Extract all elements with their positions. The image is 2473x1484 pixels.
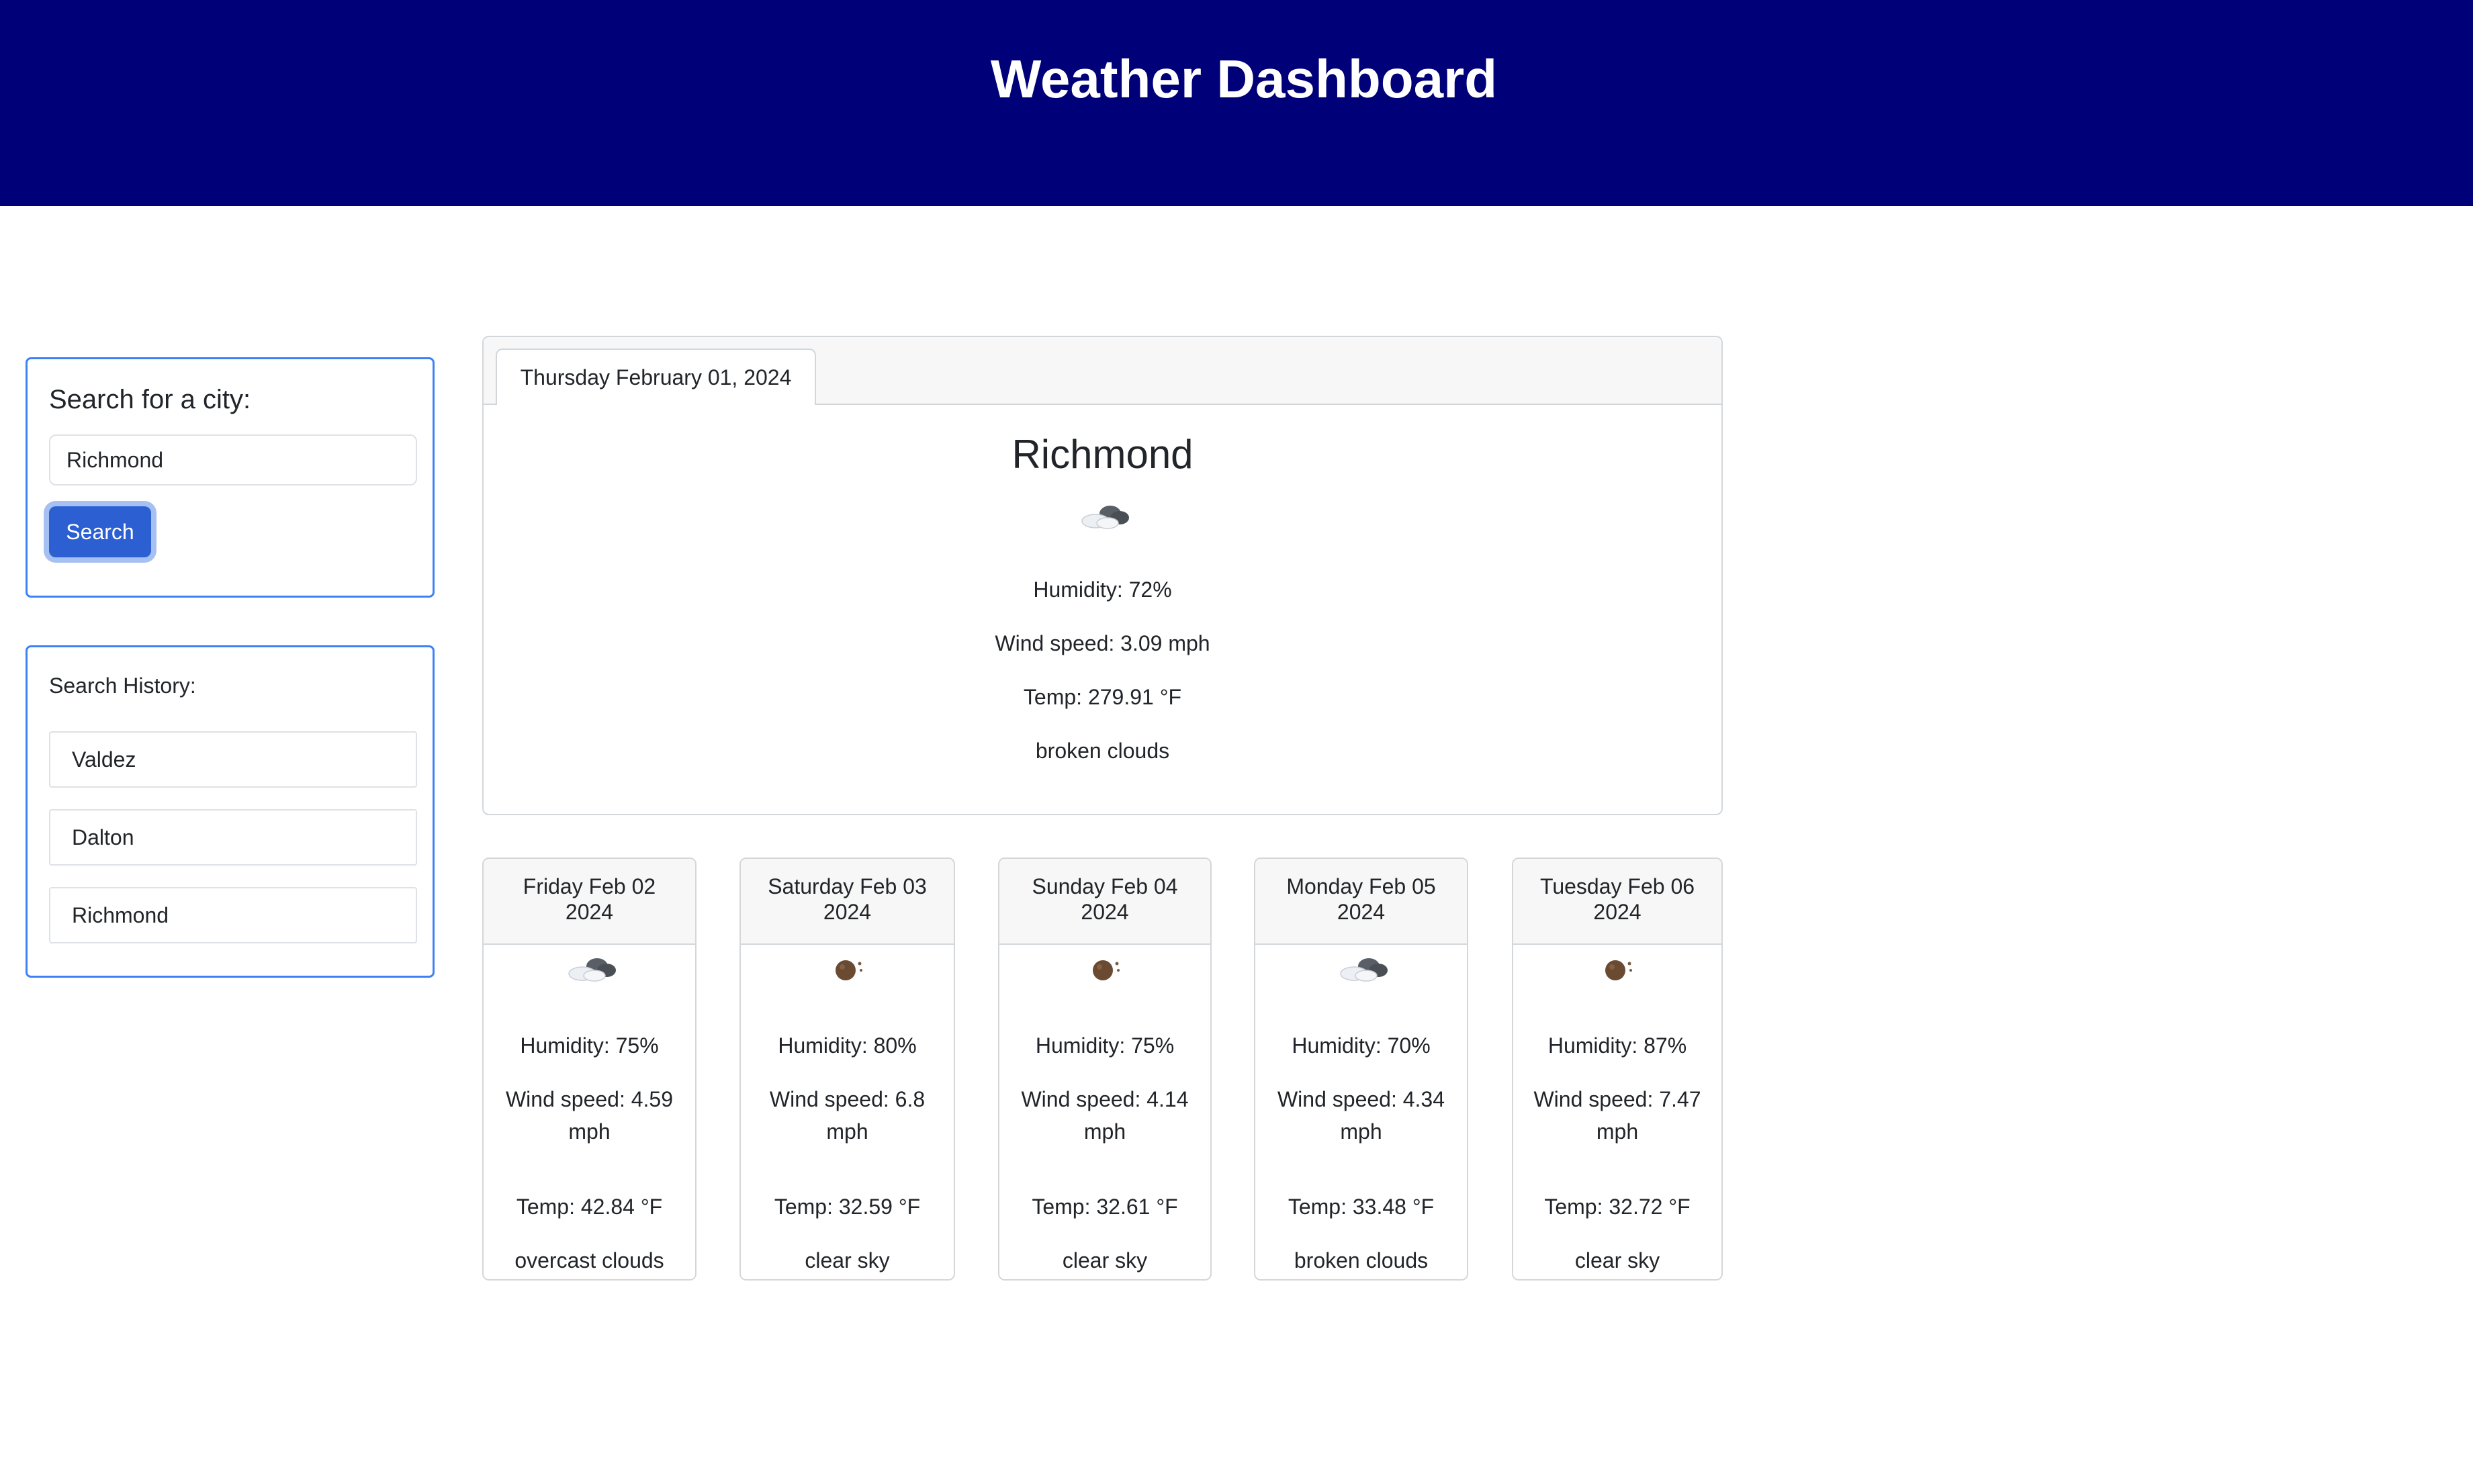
forecast-humidity: Humidity: 75%	[1035, 1033, 1175, 1058]
forecast-date: Sunday Feb 04 2024	[999, 859, 1210, 945]
forecast-card-1: Friday Feb 02 2024 Humidity: 75% Wind sp…	[482, 857, 696, 1281]
current-weather-card: Thursday February 01, 2024 Richmond Humi…	[482, 336, 1723, 815]
history-item-valdez[interactable]: Valdez	[49, 731, 417, 788]
current-wind-speed: Wind speed: 3.09 mph	[995, 631, 1210, 655]
forecast-day: Sunday Feb 04	[1032, 874, 1178, 898]
forecast-year: 2024	[1337, 900, 1386, 924]
forecast-temp: Temp: 42.84 °F	[516, 1195, 663, 1219]
history-item-richmond[interactable]: Richmond	[49, 887, 417, 943]
forecast-date: Friday Feb 02 2024	[484, 859, 695, 945]
forecast-year: 2024	[1593, 900, 1642, 924]
forecast-humidity: Humidity: 70%	[1292, 1033, 1431, 1058]
search-panel: Search for a city: Search	[26, 357, 435, 598]
current-card-header: Thursday February 01, 2024	[484, 337, 1721, 405]
forecast-date: Saturday Feb 03 2024	[741, 859, 954, 945]
forecast-date: Monday Feb 05 2024	[1255, 859, 1467, 945]
current-humidity: Humidity: 72%	[1033, 577, 1172, 602]
forecast-description: overcast clouds	[514, 1248, 664, 1272]
clear-sky-night-icon	[1513, 953, 1721, 985]
current-date-tab[interactable]: Thursday February 01, 2024	[496, 349, 816, 405]
forecast-description: clear sky	[1062, 1248, 1148, 1272]
forecast-wind-speed: Wind speed: 7.47 mph	[1533, 1087, 1701, 1144]
forecast-day: Friday Feb 02	[523, 874, 656, 898]
current-description: broken clouds	[1035, 739, 1170, 763]
forecast-humidity: Humidity: 80%	[778, 1033, 917, 1058]
broken-clouds-icon	[1255, 953, 1467, 985]
current-temp: Temp: 279.91 °F	[1023, 685, 1182, 709]
forecast-temp: Temp: 33.48 °F	[1288, 1195, 1435, 1219]
forecast-card-4: Monday Feb 05 2024 Humidity: 70% Wind sp…	[1254, 857, 1468, 1281]
forecast-wind-speed: Wind speed: 6.8 mph	[769, 1087, 926, 1144]
forecast-card-3: Sunday Feb 04 2024 Humidity: 75% Wind sp…	[998, 857, 1212, 1281]
forecast-card-5: Tuesday Feb 06 2024 Humidity: 87% Wind s…	[1512, 857, 1723, 1281]
forecast-year: 2024	[823, 900, 872, 924]
forecast-day: Tuesday Feb 06	[1539, 874, 1695, 898]
forecast-year: 2024	[565, 900, 614, 924]
city-search-input[interactable]	[49, 434, 417, 485]
forecast-temp: Temp: 32.61 °F	[1032, 1195, 1178, 1219]
forecast-day: Saturday Feb 03	[768, 874, 927, 898]
broken-clouds-icon	[484, 499, 1721, 532]
history-item-dalton[interactable]: Dalton	[49, 809, 417, 866]
page-title: Weather Dashboard	[990, 49, 1498, 109]
forecast-wind-speed: Wind speed: 4.14 mph	[1021, 1087, 1189, 1144]
forecast-description: clear sky	[805, 1248, 890, 1272]
forecast-date: Tuesday Feb 06 2024	[1513, 859, 1721, 945]
forecast-year: 2024	[1081, 900, 1129, 924]
clear-sky-night-icon	[999, 953, 1210, 985]
forecast-card-2: Saturday Feb 03 2024 Humidity: 80% Wind …	[739, 857, 955, 1281]
forecast-description: broken clouds	[1294, 1248, 1429, 1272]
forecast-description: clear sky	[1574, 1248, 1660, 1272]
search-button[interactable]: Search	[49, 506, 151, 557]
page-header: Weather Dashboard	[0, 0, 2473, 206]
clear-sky-night-icon	[741, 953, 954, 985]
forecast-temp: Temp: 32.59 °F	[774, 1195, 921, 1219]
forecast-wind-speed: Wind speed: 4.59 mph	[505, 1087, 674, 1144]
overcast-clouds-icon	[484, 953, 695, 985]
forecast-temp: Temp: 32.72 °F	[1544, 1195, 1691, 1219]
search-title: Search for a city:	[49, 385, 251, 414]
forecast-day: Monday Feb 05	[1286, 874, 1436, 898]
search-history-title: Search History:	[49, 674, 196, 698]
forecast-humidity: Humidity: 87%	[1547, 1033, 1687, 1058]
forecast-wind-speed: Wind speed: 4.34 mph	[1277, 1087, 1445, 1144]
forecast-humidity: Humidity: 75%	[520, 1033, 659, 1058]
city-name: Richmond	[1011, 432, 1194, 477]
search-history-panel: Search History: Valdez Dalton Richmond	[26, 645, 435, 978]
